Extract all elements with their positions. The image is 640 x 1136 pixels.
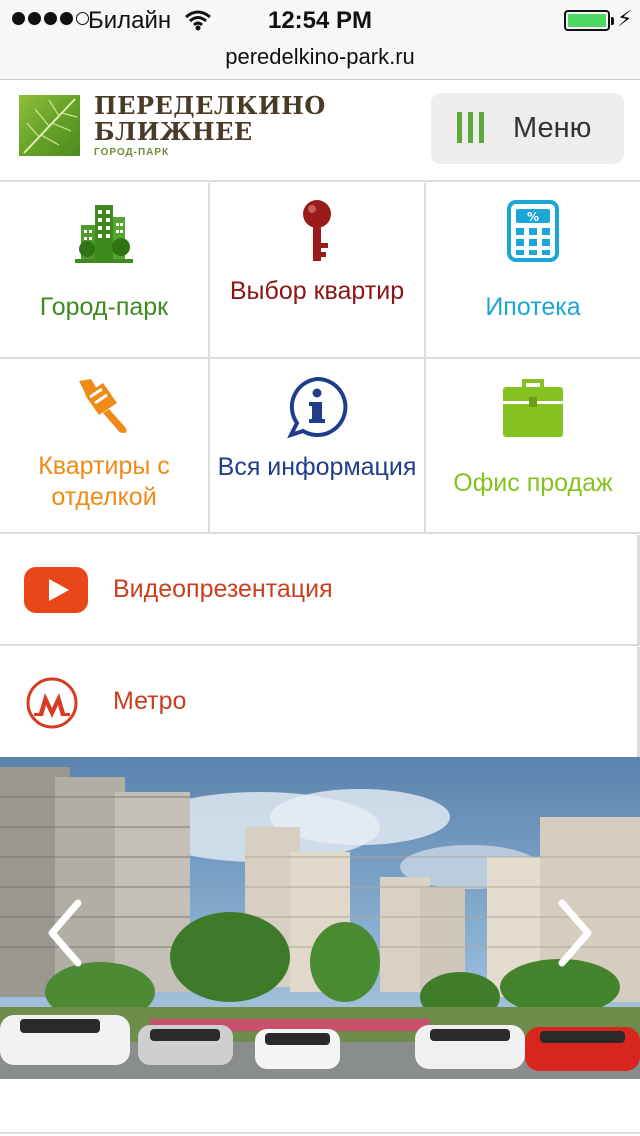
menu-button[interactable]: Меню bbox=[431, 93, 624, 164]
city-buildings-icon bbox=[0, 201, 208, 265]
video-presentation-label: Видеопрезентация bbox=[113, 575, 333, 603]
menu-bars-icon bbox=[457, 112, 484, 143]
tile-all-info[interactable]: Вся информация bbox=[210, 359, 426, 534]
chevron-left-icon[interactable] bbox=[40, 893, 90, 973]
tile-finished-apartments[interactable]: Квартиры с отделкой bbox=[0, 359, 210, 534]
image-carousel[interactable] bbox=[0, 757, 640, 1079]
browser-url-bar[interactable]: peredelkino-park.ru bbox=[0, 40, 640, 80]
menu-label: Меню bbox=[513, 112, 592, 144]
youtube-play-icon bbox=[24, 567, 88, 613]
tile-mortgage-label: Ипотека bbox=[485, 293, 581, 321]
metro-row[interactable]: Метро bbox=[0, 647, 640, 758]
page-footer-space bbox=[0, 1079, 640, 1136]
paint-brush-icon bbox=[0, 375, 208, 437]
metro-label: Метро bbox=[113, 687, 187, 715]
metro-m-icon bbox=[25, 676, 79, 735]
info-bubble-icon bbox=[210, 375, 424, 439]
site-header: ПЕРЕДЕЛКИНО БЛИЖНЕЕ ГОРОД-ПАРК Меню bbox=[0, 81, 640, 182]
tile-city-park[interactable]: Город-парк bbox=[0, 183, 210, 359]
url-text[interactable]: peredelkino-park.ru bbox=[0, 44, 640, 70]
chevron-right-icon[interactable] bbox=[550, 893, 600, 973]
quick-links-grid: Город-парк Выбор квартир % Ипотека Кварт… bbox=[0, 183, 640, 534]
tile-all-info-label: Вся информация bbox=[217, 453, 417, 481]
tile-sales-office-label: Офис продаж bbox=[453, 469, 613, 497]
tile-apartment-choice[interactable]: Выбор квартир bbox=[210, 183, 426, 359]
battery-icon bbox=[564, 10, 614, 31]
site-logo[interactable]: ПЕРЕДЕЛКИНО БЛИЖНЕЕ ГОРОД-ПАРК bbox=[94, 91, 326, 159]
clock: 12:54 PM bbox=[267, 7, 373, 34]
status-bar: Билайн 12:54 PM ⚡ bbox=[0, 0, 640, 40]
calculator-icon: % bbox=[426, 200, 640, 262]
charging-bolt-icon: ⚡ bbox=[617, 6, 633, 31]
briefcase-icon bbox=[426, 377, 640, 439]
tile-sales-office[interactable]: Офис продаж bbox=[426, 359, 640, 534]
key-icon bbox=[210, 199, 424, 265]
svg-text:%: % bbox=[527, 210, 539, 224]
tile-city-park-label: Город-парк bbox=[39, 293, 169, 321]
tile-apartment-choice-label: Выбор квартир bbox=[229, 277, 405, 305]
logo-title-line2: БЛИЖНЕЕ bbox=[94, 117, 253, 146]
residential-complex-render bbox=[0, 757, 640, 1079]
tile-mortgage[interactable]: % Ипотека bbox=[426, 183, 640, 359]
logo-leaf-icon[interactable] bbox=[19, 95, 80, 156]
divider bbox=[0, 1132, 640, 1134]
video-presentation-row[interactable]: Видеопрезентация bbox=[0, 535, 640, 646]
logo-title-line1: ПЕРЕДЕЛКИНО bbox=[94, 91, 326, 120]
tile-finished-apartments-label: Квартиры с отделкой bbox=[38, 452, 170, 511]
logo-subtitle: ГОРОД-ПАРК bbox=[94, 147, 170, 158]
